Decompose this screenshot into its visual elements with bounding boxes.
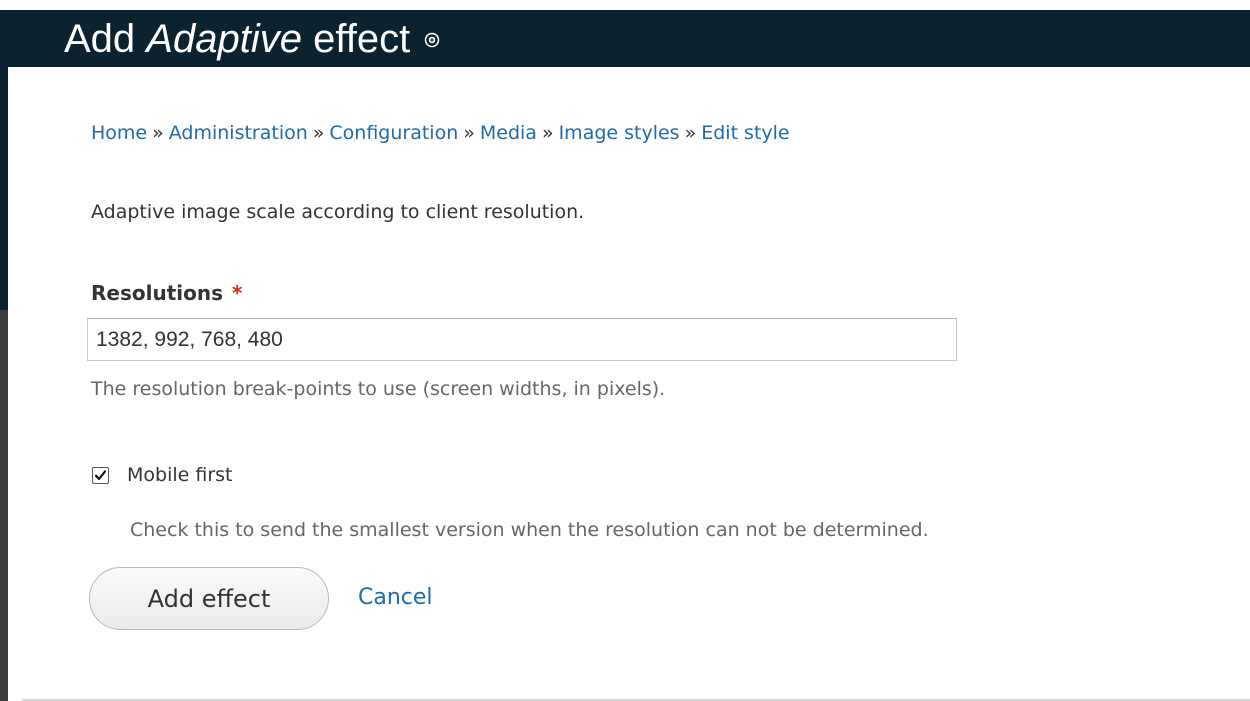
resolutions-help-text: The resolution break-points to use (scre…	[91, 378, 666, 400]
page-title-emphasis: Adaptive	[146, 17, 302, 61]
breadcrumb-link-home[interactable]: Home	[91, 122, 147, 144]
mobile-first-help-text: Check this to send the smallest version …	[130, 519, 929, 541]
left-rail	[0, 10, 8, 701]
page-title: Add Adaptive effect	[64, 10, 440, 66]
breadcrumb-separator: »	[463, 122, 475, 144]
breadcrumb-link-edit-style[interactable]: Edit style	[701, 122, 789, 144]
breadcrumb-link-image-styles[interactable]: Image styles	[559, 122, 680, 144]
page-title-suffix: effect	[313, 17, 411, 61]
resolutions-label-text: Resolutions	[91, 281, 224, 305]
checkmark-icon	[94, 470, 107, 481]
breadcrumb-link-configuration[interactable]: Configuration	[329, 122, 458, 144]
breadcrumb-link-media[interactable]: Media	[480, 122, 537, 144]
breadcrumb-separator: »	[684, 122, 697, 144]
breadcrumb-separator: »	[541, 122, 554, 144]
mobile-first-label[interactable]: Mobile first	[127, 464, 233, 486]
top-gap	[0, 0, 1250, 10]
mobile-first-checkbox[interactable]	[92, 467, 109, 484]
add-effect-button[interactable]: Add effect	[89, 567, 329, 630]
resolutions-input[interactable]	[87, 318, 957, 361]
breadcrumb-separator: »	[152, 122, 164, 144]
breadcrumb-link-administration[interactable]: Administration	[169, 122, 308, 144]
resolutions-label: Resolutions *	[91, 281, 242, 305]
breadcrumb-separator: »	[312, 122, 325, 144]
page-title-prefix: Add	[64, 17, 136, 61]
required-marker: *	[231, 281, 243, 305]
breadcrumb: Home» Administration» Configuration» Media»…	[91, 122, 790, 144]
add-shortcut-icon[interactable]	[424, 10, 440, 48]
cancel-link[interactable]: Cancel	[358, 585, 433, 610]
effect-description: Adaptive image scale according to client…	[91, 201, 585, 223]
